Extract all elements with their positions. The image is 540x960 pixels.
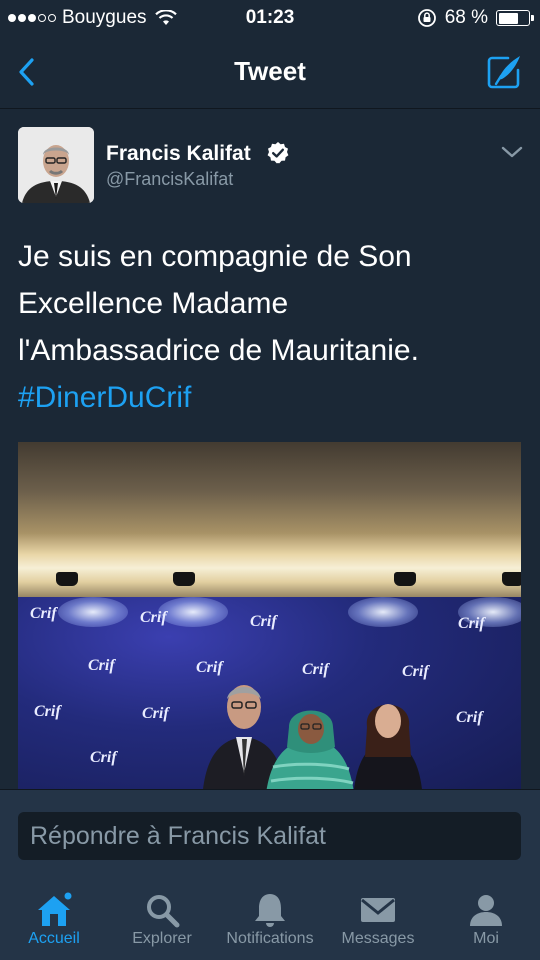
tab-messages[interactable]: Messages [324, 876, 432, 960]
verified-badge-icon [267, 142, 289, 164]
crif-logo-text: Crif [142, 705, 169, 722]
reply-bar: Répondre à Francis Kalifat [0, 789, 540, 876]
tab-label: Moi [473, 930, 499, 947]
crif-logo-text: Crif [140, 609, 167, 626]
hashtag-link[interactable]: #DinerDuCrif [18, 374, 518, 421]
compose-icon[interactable] [484, 52, 524, 92]
crif-logo-text: Crif [302, 661, 329, 678]
home-icon [38, 890, 74, 926]
crif-logo-text: Crif [196, 659, 223, 676]
tab-explorer[interactable]: Explorer [108, 876, 216, 960]
tab-label: Accueil [28, 930, 80, 947]
tweet-photo[interactable]: Crif Crif Crif Crif Crif Crif Crif Crif … [18, 442, 521, 792]
avatar[interactable] [18, 127, 94, 203]
crif-logo-text: Crif [402, 663, 429, 680]
crif-logo-text: Crif [456, 709, 483, 726]
author-name[interactable]: Francis Kalifat [106, 142, 251, 166]
crif-logo-text: Crif [30, 605, 57, 622]
crif-logo-text: Crif [90, 749, 117, 766]
tab-label: Messages [341, 930, 415, 947]
light-spot [58, 597, 128, 627]
tweet-detail: Francis Kalifat @FrancisKalifat Je suis … [0, 109, 540, 792]
author-handle[interactable]: @FrancisKalifat [106, 169, 233, 190]
page-title: Tweet [234, 56, 306, 86]
reply-input[interactable]: Répondre à Francis Kalifat [18, 812, 521, 860]
tab-accueil[interactable]: Accueil [0, 876, 108, 960]
crif-logo-text: Crif [458, 615, 485, 632]
tweet-text: Je suis en compagnie de Son Excellence M… [18, 233, 518, 421]
envelope-icon [361, 898, 395, 922]
tab-moi[interactable]: Moi [432, 876, 540, 960]
back-chevron-icon[interactable] [10, 54, 46, 90]
spotlight-lamp [56, 572, 78, 586]
author-photo [18, 127, 94, 203]
status-bar: Bouygues 01:23 68 % [0, 0, 540, 36]
search-icon [147, 895, 180, 928]
navigation-bar: Tweet [0, 36, 540, 109]
tweet-text-line: Je suis en compagnie de Son [18, 240, 412, 273]
tab-label: Notifications [226, 930, 314, 947]
crif-logo-text: Crif [88, 657, 115, 674]
light-spot [158, 597, 228, 627]
crif-logo-text: Crif [250, 613, 277, 630]
chevron-down-icon[interactable] [500, 143, 524, 161]
tweet-text-line: l'Ambassadrice de Mauritanie. [18, 334, 419, 367]
battery-icon [496, 10, 534, 26]
tab-notifications[interactable]: Notifications [216, 876, 324, 960]
spotlight-lamp [394, 572, 416, 586]
person-woman [353, 704, 423, 792]
spotlight-lamp [502, 572, 521, 586]
status-right: 68 % [417, 7, 534, 29]
new-content-badge [62, 890, 74, 902]
light-spot [348, 597, 418, 627]
tab-label: Explorer [132, 930, 192, 947]
person-icon [470, 895, 502, 926]
tweet-text-line: Excellence Madame [18, 287, 289, 320]
bell-icon [255, 894, 285, 927]
spotlight-lamp [173, 572, 195, 586]
crif-logo-text: Crif [34, 703, 61, 720]
person-woman-veil [266, 710, 354, 792]
battery-percent: 68 % [444, 7, 488, 28]
rotation-lock-icon [417, 9, 436, 27]
tab-bar: Accueil Explorer Notifications Messages … [0, 876, 540, 960]
